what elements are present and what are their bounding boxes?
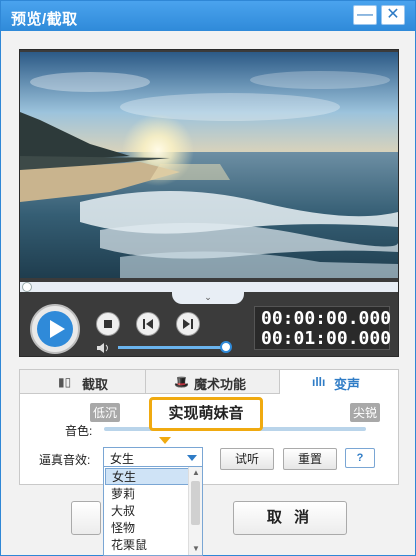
voice-effect-select[interactable]: 女生 bbox=[103, 447, 203, 467]
progress-handle[interactable] bbox=[22, 282, 32, 292]
total-time: 00:01:00.000 bbox=[261, 328, 392, 349]
time-display: 00:00:00.000 00:01:00.000 bbox=[254, 306, 392, 350]
minimize-button[interactable]: — bbox=[353, 5, 377, 25]
low-tone-label: 低沉 bbox=[90, 403, 121, 422]
video-preview[interactable] bbox=[20, 52, 398, 278]
current-time: 00:00:00.000 bbox=[261, 308, 392, 329]
cancel-button[interactable]: 取 消 bbox=[233, 501, 347, 535]
tab-magic[interactable]: 🎩 魔术功能 bbox=[146, 370, 280, 394]
tab-voice-change-label: 变声 bbox=[334, 377, 361, 392]
scroll-thumb[interactable] bbox=[191, 481, 200, 525]
collapse-toggle[interactable]: ⌄ bbox=[172, 292, 244, 304]
scroll-up-icon[interactable]: ▲ bbox=[192, 468, 200, 477]
stop-icon bbox=[104, 320, 112, 328]
next-frame-button[interactable] bbox=[176, 312, 200, 336]
dropdown-option[interactable]: 萝莉 bbox=[105, 486, 189, 503]
dropdown-option[interactable]: 花栗鼠 bbox=[105, 537, 189, 554]
previous-frame-button[interactable] bbox=[136, 312, 160, 336]
tab-bar: ▮▯ 截取 🎩 魔术功能 ıllı 变声 bbox=[20, 370, 398, 394]
volume-slider[interactable] bbox=[118, 346, 225, 349]
beach-sunset-image bbox=[20, 52, 398, 278]
confirm-button-partial[interactable] bbox=[71, 501, 101, 535]
tab-crop[interactable]: ▮▯ 截取 bbox=[20, 370, 146, 394]
tooltip-callout: 实现萌妹音 bbox=[149, 397, 263, 431]
selected-effect: 女生 bbox=[110, 452, 135, 466]
tab-crop-label: 截取 bbox=[82, 377, 109, 392]
tab-magic-label: 魔术功能 bbox=[194, 377, 247, 392]
chevron-down-icon bbox=[187, 455, 197, 461]
stop-button[interactable] bbox=[96, 312, 120, 336]
dropdown-option[interactable]: 女生 bbox=[105, 468, 189, 485]
dropdown-option[interactable]: 怪物 bbox=[105, 520, 189, 537]
help-icon: ? bbox=[356, 452, 364, 464]
play-button-face bbox=[37, 311, 73, 347]
tone-label: 音色: bbox=[65, 424, 93, 438]
sound-wave-icon: ıllı bbox=[312, 375, 326, 389]
magic-hat-icon: 🎩 bbox=[174, 375, 189, 389]
high-tone-label: 尖锐 bbox=[350, 403, 381, 422]
speaker-icon bbox=[97, 343, 108, 353]
playback-progress-bar[interactable] bbox=[20, 282, 398, 292]
next-frame-icon bbox=[183, 319, 193, 329]
listen-button[interactable]: 试听 bbox=[220, 448, 274, 470]
volume-icon[interactable] bbox=[96, 342, 112, 357]
dropdown-scrollbar[interactable]: ▲ ▼ bbox=[188, 467, 202, 555]
title-bar[interactable]: 预览/截取 — ✕ bbox=[1, 1, 415, 31]
video-player: ⌄ 00:00:00.000 00:01:00.000 bbox=[19, 49, 399, 357]
voice-effect-dropdown: 女生 萝莉 大叔 怪物 花栗鼠 ▲ ▼ bbox=[103, 466, 203, 556]
play-icon bbox=[50, 320, 65, 338]
dropdown-option[interactable]: 大叔 bbox=[105, 503, 189, 520]
play-button[interactable] bbox=[30, 304, 80, 354]
reset-button[interactable]: 重置 bbox=[283, 448, 337, 470]
help-button[interactable]: ? bbox=[345, 448, 375, 468]
previous-frame-icon bbox=[143, 319, 153, 329]
callout-arrow bbox=[159, 437, 171, 444]
volume-handle[interactable] bbox=[220, 341, 233, 353]
preview-crop-window: 预览/截取 — ✕ ⌄ 00:00:00.000 00:01:00.000 ▮▯… bbox=[0, 0, 416, 556]
crop-icon: ▮▯ bbox=[58, 375, 72, 389]
tab-voice-change[interactable]: ıllı 变声 bbox=[280, 370, 398, 394]
window-title: 预览/截取 bbox=[11, 11, 78, 28]
effect-label: 逼真音效: bbox=[39, 453, 91, 467]
close-button[interactable]: ✕ bbox=[381, 5, 405, 25]
scroll-down-icon[interactable]: ▼ bbox=[192, 544, 200, 553]
